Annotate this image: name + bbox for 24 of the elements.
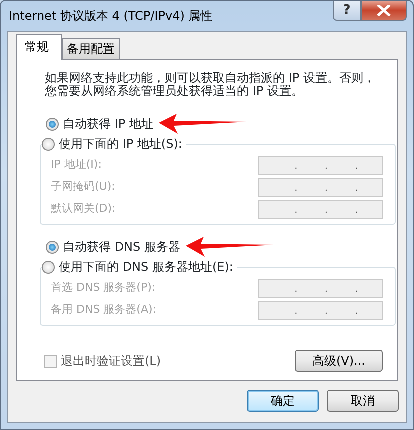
- field-label: 默认网关(D):: [51, 200, 116, 217]
- advanced-button[interactable]: 高级(V)...: [295, 350, 383, 372]
- radio-button[interactable]: [46, 240, 59, 254]
- description-text: 如果网络支持此功能，则可以获取自动指派的 IP 设置。否则，您需要从网络系统管理员处获得适当的 IP 设置。: [45, 72, 376, 98]
- field-label: IP 地址(I):: [51, 156, 102, 173]
- field-label: 备用 DNS 服务器(A):: [51, 302, 156, 318]
- field-label: 首选 DNS 服务器(P):: [51, 280, 156, 296]
- radio-button[interactable]: [42, 138, 55, 150]
- help-button[interactable]: ?: [333, 1, 361, 21]
- tab[interactable]: 常规: [16, 34, 62, 60]
- checkbox-label: 退出时验证设置(L): [61, 353, 162, 370]
- radio-button[interactable]: [42, 260, 55, 274]
- tab[interactable]: 备用配置: [62, 38, 120, 59]
- radio-label: 使用下面的 IP 地址(S):: [59, 136, 182, 153]
- cancel-button[interactable]: 取消: [327, 390, 399, 412]
- field-label: 子网掩码(U):: [51, 178, 116, 195]
- close-icon: [377, 5, 391, 16]
- radio-label: 自动获得 IP 地址: [63, 116, 154, 133]
- close-button[interactable]: [361, 1, 407, 21]
- radio-label: 使用下面的 DNS 服务器地址(E):: [59, 259, 234, 276]
- window-title: Internet 协议版本 4 (TCP/IPv4) 属性: [9, 8, 213, 25]
- ok-button[interactable]: 确定: [247, 390, 319, 412]
- radio-button[interactable]: [46, 118, 59, 130]
- radio-label: 自动获得 DNS 服务器: [63, 239, 180, 256]
